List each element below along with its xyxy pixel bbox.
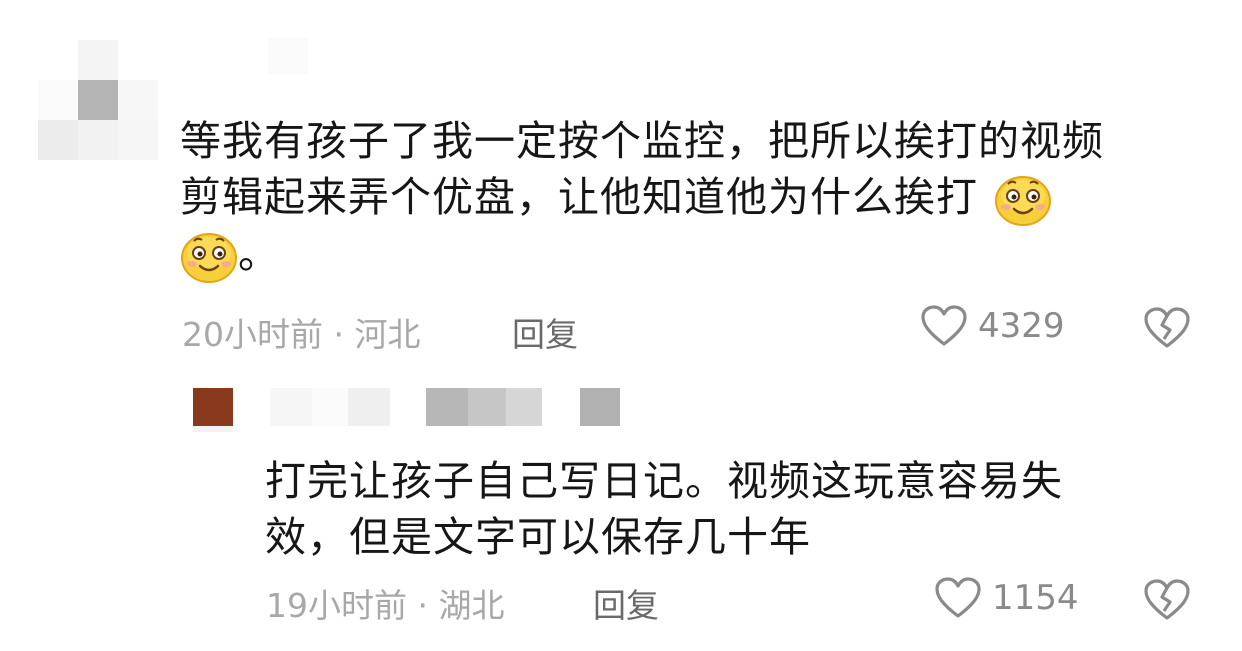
- reply-button[interactable]: 回复: [593, 579, 659, 627]
- comment-line: 效，但是文字可以保存几十年: [265, 513, 811, 561]
- comment-line: 剪辑起来弄个优盘，让他知道他为什么挨打: [180, 169, 1104, 226]
- like-count: 4329: [978, 306, 1065, 346]
- like-button[interactable]: 4329: [920, 304, 1065, 348]
- comment-line: 等我有孩子了我一定按个监控，把所以挨打的视频: [180, 117, 1104, 165]
- username-blur[interactable]: [270, 388, 625, 426]
- smiling-face-emoji-icon: [995, 176, 1052, 226]
- reply-button[interactable]: 回复: [512, 308, 578, 356]
- heart-icon: [921, 305, 967, 346]
- comment-line: 打完让孩子自己写日记。视频这玩意容易失: [265, 457, 1063, 505]
- smiling-face-emoji-icon: [181, 233, 237, 283]
- broken-heart-icon[interactable]: [1143, 578, 1191, 622]
- comment-meta: 20小时前 · 河北: [182, 315, 421, 354]
- comment-text: 等我有孩子了我一定按个监控，把所以挨打的视频 剪辑起来弄个优盘，让他知道他为什么…: [180, 113, 1104, 283]
- like-count: 1154: [992, 578, 1079, 618]
- comment-meta: 19小时前 · 湖北: [266, 586, 505, 625]
- username-blur[interactable]: [268, 38, 308, 74]
- heart-icon: [935, 577, 981, 618]
- comment-text: 打完让孩子自己写日记。视频这玩意容易失 效，但是文字可以保存几十年: [265, 453, 1063, 565]
- avatar[interactable]: [193, 388, 233, 444]
- broken-heart-icon[interactable]: [1143, 306, 1191, 350]
- comment-line: 。: [180, 226, 1104, 283]
- like-button[interactable]: 1154: [934, 576, 1079, 620]
- avatar[interactable]: [38, 40, 158, 160]
